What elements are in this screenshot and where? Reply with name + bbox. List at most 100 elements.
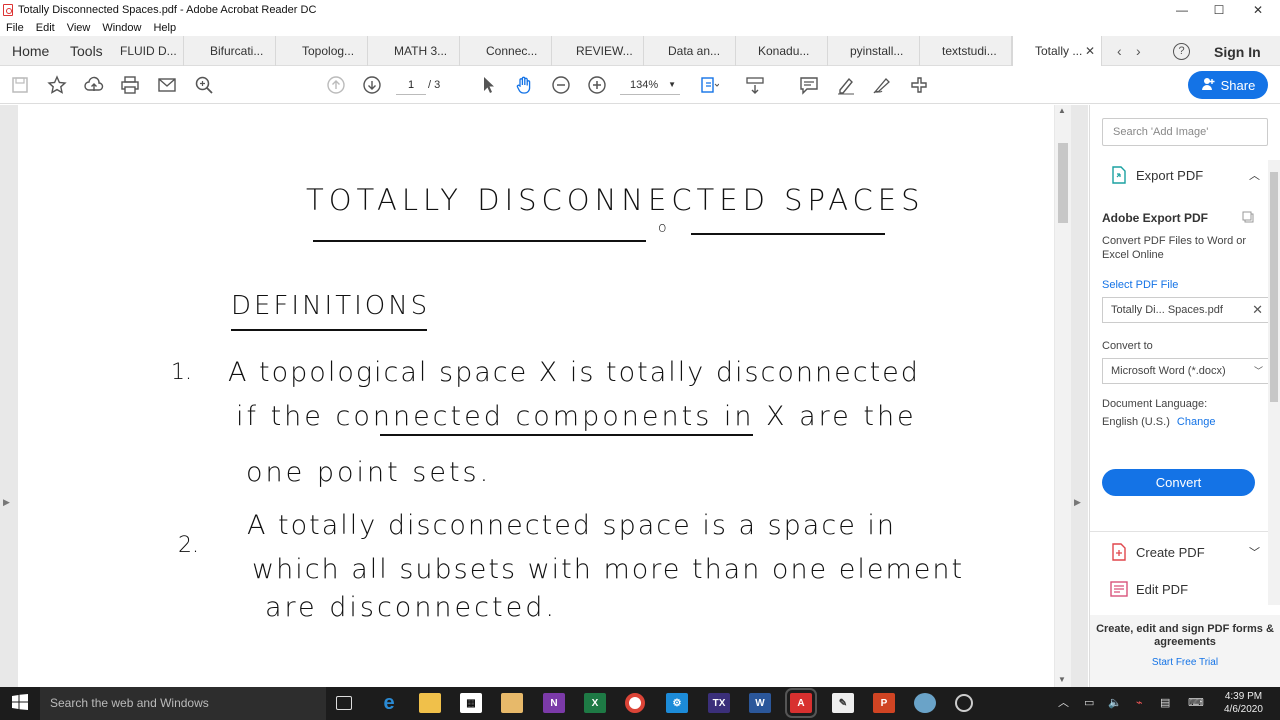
tab-document[interactable]: pyinstall... bbox=[828, 36, 920, 66]
chrome-icon[interactable] bbox=[625, 693, 645, 713]
acrobat-icon[interactable]: A bbox=[785, 688, 817, 718]
remove-file-icon[interactable]: ✕ bbox=[1252, 298, 1263, 322]
edge-browser-icon[interactable]: e bbox=[378, 692, 400, 714]
hand-icon[interactable] bbox=[513, 75, 535, 95]
tab-document[interactable]: textstudi... bbox=[920, 36, 1012, 66]
menu-edit[interactable]: Edit bbox=[36, 22, 55, 34]
copy-icon[interactable] bbox=[1242, 211, 1254, 223]
selected-file-field[interactable]: Totally Di... Spaces.pdf ✕ bbox=[1102, 297, 1270, 323]
star-icon[interactable] bbox=[46, 75, 68, 95]
start-button[interactable] bbox=[0, 687, 40, 720]
store-icon[interactable]: ▦ bbox=[460, 693, 482, 713]
tools-pane-scrollbar[interactable] bbox=[1268, 160, 1280, 605]
onenote-icon[interactable]: N bbox=[543, 693, 565, 713]
window-title: Totally Disconnected Spaces.pdf - Adobe … bbox=[18, 4, 317, 16]
task-view-icon[interactable] bbox=[336, 696, 352, 710]
anaconda-icon[interactable] bbox=[955, 694, 973, 712]
page-down-icon[interactable] bbox=[361, 75, 383, 95]
folder-icon[interactable] bbox=[501, 693, 523, 713]
taskbar-search-input[interactable]: Search the web and Windows bbox=[40, 687, 326, 720]
file-explorer-icon[interactable] bbox=[419, 693, 441, 713]
start-free-trial-link[interactable]: Start Free Trial bbox=[1090, 657, 1280, 668]
page-up-icon[interactable] bbox=[325, 75, 347, 95]
tab-document[interactable]: Connec... bbox=[460, 36, 552, 66]
taskbar-clock[interactable]: 4:39 PM 4/6/2020 bbox=[1224, 690, 1263, 716]
tab-document[interactable]: FLUID D... bbox=[110, 36, 184, 66]
tools-icon[interactable] bbox=[908, 75, 930, 95]
tray-chevron-icon[interactable]: ︿ bbox=[1058, 687, 1069, 720]
sign-in-button[interactable]: Sign In bbox=[1214, 36, 1261, 66]
tab-document[interactable]: Bifurcati... bbox=[184, 36, 276, 66]
excel-icon[interactable]: X bbox=[584, 693, 606, 713]
menu-view[interactable]: View bbox=[67, 22, 91, 34]
notepad-icon[interactable]: ✎ bbox=[832, 693, 854, 713]
zoom-out-icon[interactable] bbox=[550, 75, 572, 95]
tab-document[interactable]: Data an... bbox=[644, 36, 736, 66]
search-icon[interactable] bbox=[193, 75, 215, 95]
comment-icon[interactable] bbox=[798, 75, 820, 95]
menu-help[interactable]: Help bbox=[153, 22, 176, 34]
scrollbar-thumb[interactable] bbox=[1058, 143, 1068, 223]
page-number-input[interactable]: 1 bbox=[396, 75, 426, 95]
tab-document[interactable]: REVIEW... bbox=[552, 36, 644, 66]
left-panel-expand-icon[interactable]: ▶ bbox=[3, 497, 10, 508]
share-button[interactable]: Share bbox=[1188, 71, 1268, 99]
tab-prev-arrow-icon[interactable]: ‹ bbox=[1117, 36, 1122, 66]
print-icon[interactable] bbox=[119, 75, 141, 95]
edit-pdf-tool[interactable]: Edit PDF bbox=[1090, 571, 1268, 607]
powerpoint-icon[interactable]: P bbox=[873, 693, 895, 713]
keyboard-icon[interactable]: ⌨ bbox=[1188, 687, 1204, 720]
acrobat-pdf-icon bbox=[3, 4, 13, 16]
close-tab-icon[interactable]: ✕ bbox=[1085, 36, 1095, 66]
right-panel-collapse-icon[interactable]: ▶ bbox=[1074, 497, 1081, 508]
tab-active-document[interactable]: Totally ... ✕ bbox=[1012, 36, 1102, 66]
close-window-button[interactable]: ✕ bbox=[1239, 0, 1277, 20]
save-icon[interactable] bbox=[9, 75, 31, 95]
scroll-down-icon[interactable]: ▼ bbox=[1058, 675, 1066, 684]
sign-icon[interactable] bbox=[871, 75, 893, 95]
network-icon[interactable]: ⌁ bbox=[1136, 687, 1143, 720]
clock-time: 4:39 PM bbox=[1224, 691, 1263, 702]
section-heading: DEFINITIONS bbox=[231, 291, 431, 321]
battery-icon[interactable]: ▭ bbox=[1084, 687, 1094, 720]
document-scrollbar[interactable]: ▲ ▼ bbox=[1055, 105, 1071, 687]
create-pdf-tool[interactable]: Create PDF ﹀ bbox=[1090, 534, 1268, 570]
clock-date: 4/6/2020 bbox=[1224, 704, 1263, 715]
menu-window[interactable]: Window bbox=[102, 22, 141, 34]
highlight-icon[interactable] bbox=[835, 75, 857, 95]
convert-to-select[interactable]: Microsoft Word (*.docx) ﹀ bbox=[1102, 358, 1270, 384]
scroll-mode-icon[interactable] bbox=[744, 75, 766, 95]
tools-tab[interactable]: Tools bbox=[70, 36, 103, 66]
change-language-link[interactable]: Change bbox=[1177, 416, 1216, 428]
scroll-up-icon[interactable]: ▲ bbox=[1058, 106, 1066, 115]
tab-document[interactable]: Topolog... bbox=[276, 36, 368, 66]
word-icon[interactable]: W bbox=[749, 693, 771, 713]
mail-icon[interactable] bbox=[156, 75, 178, 95]
volume-icon[interactable]: 🔈 bbox=[1108, 687, 1122, 720]
tools-search-input[interactable]: Search 'Add Image' bbox=[1102, 118, 1268, 146]
document-viewport[interactable]: ▶ TOTALLY DISCONNECTED SPACES o DEFINITI… bbox=[0, 105, 1088, 687]
tab-next-arrow-icon[interactable]: › bbox=[1136, 36, 1141, 66]
home-tab[interactable]: Home bbox=[12, 36, 49, 66]
edit-pdf-icon bbox=[1110, 580, 1128, 598]
export-pdf-header[interactable]: Export PDF ︿ bbox=[1090, 157, 1268, 193]
globe-app-icon[interactable] bbox=[914, 693, 936, 713]
tab-document[interactable]: MATH 3... bbox=[368, 36, 460, 66]
menu-file[interactable]: File bbox=[6, 22, 24, 34]
upload-icon[interactable] bbox=[83, 75, 105, 95]
select-cursor-icon[interactable] bbox=[477, 75, 499, 95]
settings-app-icon[interactable]: ⚙ bbox=[666, 693, 688, 713]
tab-document[interactable]: Konadu... bbox=[736, 36, 828, 66]
minimize-button[interactable]: — bbox=[1163, 0, 1201, 20]
zoom-select[interactable]: 134% ▼ bbox=[620, 75, 680, 95]
zoom-in-icon[interactable] bbox=[586, 75, 608, 95]
scrollbar-thumb[interactable] bbox=[1270, 172, 1278, 402]
action-center-icon[interactable]: ▤ bbox=[1160, 687, 1170, 720]
fit-page-icon[interactable] bbox=[698, 75, 720, 95]
create-pdf-icon bbox=[1110, 543, 1128, 561]
definition-line: one point sets. bbox=[246, 457, 492, 488]
tex-studio-icon[interactable]: TX bbox=[708, 693, 730, 713]
help-icon[interactable]: ? bbox=[1173, 43, 1190, 60]
maximize-button[interactable]: ☐ bbox=[1200, 0, 1238, 20]
convert-button[interactable]: Convert bbox=[1102, 469, 1255, 496]
